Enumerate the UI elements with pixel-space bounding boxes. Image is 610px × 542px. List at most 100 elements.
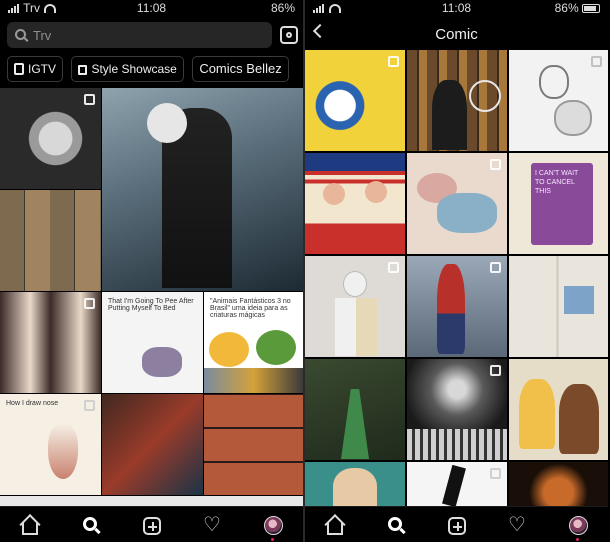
- wifi-icon: [329, 4, 341, 14]
- tile-caption: "Animais Fantásticos 3 no Brasil" uma id…: [210, 298, 291, 319]
- search-icon-shape: [83, 517, 97, 531]
- search-icon-shape: [388, 517, 402, 531]
- tile-redhead-collage[interactable]: [204, 394, 303, 495]
- tile-open-book[interactable]: [509, 256, 608, 357]
- tile-spiderman-cosplay[interactable]: [407, 256, 507, 357]
- carousel-icon: [84, 94, 95, 105]
- status-bar: Trv 11:08 86%: [0, 0, 303, 16]
- heart-icon[interactable]: ♡: [202, 515, 224, 537]
- explore-screen: Trv 11:08 86% IGTV Style Showcase Comics…: [0, 0, 303, 542]
- search-icon[interactable]: [385, 515, 407, 537]
- select-checkbox-icon: [490, 468, 501, 479]
- battery-indicator: 86%: [271, 1, 295, 15]
- chip-label: IGTV: [28, 62, 57, 76]
- tile-dark-blue[interactable]: [0, 496, 303, 506]
- home-icon[interactable]: [324, 515, 346, 537]
- tile-skeleton-boy[interactable]: [305, 256, 405, 357]
- topic-header: Comic: [305, 18, 608, 50]
- tile-red-masks[interactable]: [102, 394, 203, 495]
- avatar: [264, 516, 283, 535]
- profile-avatar[interactable]: [262, 515, 284, 541]
- add-icon-shape: [143, 517, 161, 535]
- page-title: Comic: [435, 26, 478, 43]
- carousel-icon: [84, 298, 95, 309]
- tile-parrot-meme[interactable]: "Animais Fantásticos 3 no Brasil" uma id…: [204, 292, 303, 393]
- heart-icon-shape: ♡: [508, 514, 526, 536]
- search-input[interactable]: [33, 25, 263, 45]
- chip-label: Style Showcase: [91, 62, 177, 76]
- tile-bookshelf-reader[interactable]: [407, 50, 507, 151]
- bag-icon: [78, 65, 88, 75]
- tile-sketch-father-baby[interactable]: [509, 50, 608, 151]
- tile-purple-book[interactable]: I CAN'T WAIT TO CANCEL THIS: [509, 153, 608, 254]
- igtv-icon: [14, 63, 24, 75]
- battery-percent: 86%: [270, 1, 295, 15]
- scan-qr-button[interactable]: [278, 24, 300, 46]
- carousel-icon: [84, 400, 95, 411]
- tile-tom-meme[interactable]: That I'm Going To Pee After Putting Myse…: [102, 292, 203, 393]
- battery-icon: [582, 4, 600, 14]
- chip-igtv[interactable]: IGTV: [7, 56, 64, 82]
- clock: 11:08: [136, 1, 167, 15]
- select-checkbox-icon: [388, 262, 399, 273]
- bottom-nav: ♡: [305, 506, 608, 542]
- select-checkbox-icon: [388, 56, 399, 67]
- select-checkbox-icon: [591, 56, 602, 67]
- home-icon-shape: [327, 523, 343, 535]
- search-icon: [15, 29, 26, 40]
- select-checkbox-icon: [490, 262, 501, 273]
- select-checkbox-icon: [490, 159, 501, 170]
- tile-caption: How I draw nose: [6, 400, 59, 407]
- signal-icon: [8, 2, 20, 16]
- heart-icon[interactable]: ♡: [507, 515, 529, 537]
- comic-topic-screen: 11:08 86% Comic I CAN'T WAIT TO CANCEL T…: [305, 0, 608, 542]
- tile-cartoon-boy[interactable]: [305, 462, 405, 506]
- tile-retro-girls-table[interactable]: [305, 153, 405, 254]
- tile-orange-sculpture[interactable]: [509, 462, 608, 506]
- tile-forest-green-dress[interactable]: [305, 359, 405, 460]
- home-icon[interactable]: [19, 515, 41, 537]
- notification-dot: [576, 538, 579, 541]
- chip-style-showcase[interactable]: Style Showcase: [71, 56, 184, 82]
- add-icon[interactable]: [446, 515, 468, 537]
- chip-label-cut: Bellez: [246, 61, 282, 76]
- tile-caption: That I'm Going To Pee After Putting Myse…: [108, 298, 194, 312]
- carrier-text: Trv: [23, 1, 41, 15]
- carrier-label: Trv: [8, 1, 57, 16]
- tile-girl-peace-sign[interactable]: [0, 292, 101, 393]
- status-bar: 11:08 86%: [305, 0, 608, 16]
- explore-grid: That I'm Going To Pee After Putting Myse…: [0, 88, 303, 506]
- topic-chips: IGTV Style Showcase Comics Bellez: [7, 56, 303, 82]
- search-icon[interactable]: [80, 515, 102, 537]
- tile-portrait-bw[interactable]: [0, 88, 101, 189]
- tile-sleeping-illustration[interactable]: [407, 153, 507, 254]
- avatar: [569, 516, 588, 535]
- profile-avatar[interactable]: [567, 515, 589, 541]
- signal-icon: [313, 2, 325, 16]
- search-bar[interactable]: [7, 22, 272, 48]
- wifi-icon: [44, 4, 57, 14]
- add-icon-shape: [448, 517, 466, 535]
- tile-nose-drawing[interactable]: How I draw nose: [0, 394, 101, 495]
- battery-percent: 86%: [554, 1, 579, 15]
- book-cover-text: I CAN'T WAIT TO CANCEL THIS: [535, 170, 579, 195]
- topic-grid: I CAN'T WAIT TO CANCEL THIS: [305, 50, 608, 506]
- battery-indicator: 86%: [555, 1, 600, 15]
- chip-comics[interactable]: Comics Bellez: [192, 56, 289, 82]
- signal-indicator: [313, 1, 341, 16]
- tile-group-selfies[interactable]: [0, 190, 101, 291]
- scan-icon-dot: [286, 32, 292, 38]
- tile-video-winter-embrace[interactable]: [102, 88, 303, 291]
- tile-donald-duck[interactable]: [305, 50, 405, 151]
- tile-black-white-pose[interactable]: [407, 462, 507, 506]
- clock: 11:08: [441, 1, 472, 15]
- heart-icon-shape: ♡: [203, 514, 221, 536]
- notification-dot: [271, 538, 274, 541]
- tile-comic-couple[interactable]: [509, 359, 608, 460]
- chip-label: Comics: [199, 61, 243, 76]
- tile-joker-stairs[interactable]: [407, 359, 507, 460]
- bottom-nav: ♡: [0, 506, 303, 542]
- add-icon[interactable]: [141, 515, 163, 537]
- select-checkbox-icon: [490, 365, 501, 376]
- home-icon-shape: [22, 523, 38, 535]
